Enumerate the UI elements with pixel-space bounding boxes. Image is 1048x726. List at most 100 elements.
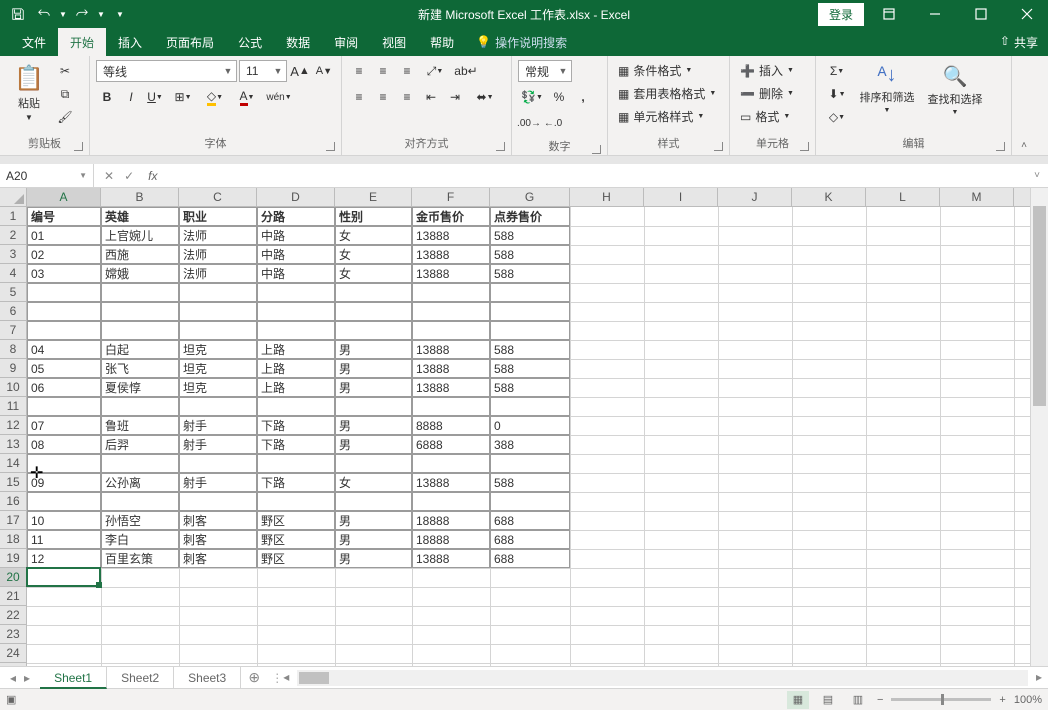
- col-header-A[interactable]: A: [27, 188, 101, 206]
- col-header-F[interactable]: F: [412, 188, 490, 206]
- tab-review[interactable]: 审阅: [322, 28, 370, 56]
- cell[interactable]: 后羿: [101, 435, 179, 454]
- col-header-G[interactable]: G: [490, 188, 570, 206]
- cell[interactable]: [490, 492, 570, 511]
- cell[interactable]: 职业: [179, 207, 257, 226]
- cell[interactable]: 13888: [412, 226, 490, 245]
- decrease-indent-button[interactable]: ⇤: [420, 86, 442, 108]
- cell[interactable]: 射手: [179, 416, 257, 435]
- cell[interactable]: [335, 397, 412, 416]
- row-header-1[interactable]: 1: [0, 207, 26, 226]
- decrease-decimal-button[interactable]: ←.0: [542, 112, 564, 134]
- cell[interactable]: 588: [490, 245, 570, 264]
- scroll-thumb[interactable]: [1033, 206, 1046, 406]
- row-header-24[interactable]: 24: [0, 644, 26, 663]
- number-format-select[interactable]: 常规▼: [518, 60, 572, 82]
- row-header-11[interactable]: 11: [0, 397, 26, 416]
- align-left-button[interactable]: ≡: [348, 86, 370, 108]
- enter-formula-button[interactable]: ✓: [124, 169, 134, 183]
- collapse-ribbon-button[interactable]: ˄: [1021, 140, 1027, 151]
- find-select-button[interactable]: 🔍 查找和选择▼: [922, 60, 988, 120]
- font-color-button[interactable]: A▼: [232, 86, 262, 108]
- row-header-3[interactable]: 3: [0, 245, 26, 264]
- tab-formula[interactable]: 公式: [226, 28, 274, 56]
- cell[interactable]: 10: [27, 511, 101, 530]
- border-button[interactable]: ⊞▼: [168, 86, 198, 108]
- cell[interactable]: 中路: [257, 245, 335, 264]
- autosum-button[interactable]: Σ▼: [822, 60, 852, 82]
- cell[interactable]: [257, 397, 335, 416]
- comma-button[interactable]: ,: [572, 86, 594, 108]
- cell[interactable]: 12: [27, 549, 101, 568]
- increase-indent-button[interactable]: ⇥: [444, 86, 466, 108]
- format-table-button[interactable]: ▦套用表格格式▼: [614, 83, 720, 104]
- maximize-button[interactable]: [960, 0, 1002, 28]
- cell[interactable]: 鲁班: [101, 416, 179, 435]
- cell[interactable]: 女: [335, 226, 412, 245]
- sheet-tab-1[interactable]: Sheet1: [40, 667, 107, 689]
- cell[interactable]: 上官婉儿: [101, 226, 179, 245]
- cell[interactable]: 13888: [412, 549, 490, 568]
- undo-dropdown[interactable]: ▼: [58, 3, 68, 25]
- cell[interactable]: 06: [27, 378, 101, 397]
- cell[interactable]: [490, 302, 570, 321]
- paste-button[interactable]: 📋 粘贴 ▼: [6, 60, 52, 126]
- cell[interactable]: 野区: [257, 549, 335, 568]
- conditional-format-button[interactable]: ▦条件格式▼: [614, 60, 696, 81]
- cell[interactable]: 西施: [101, 245, 179, 264]
- cell[interactable]: 07: [27, 416, 101, 435]
- cell[interactable]: 13888: [412, 264, 490, 283]
- cell[interactable]: 男: [335, 359, 412, 378]
- cell[interactable]: 08: [27, 435, 101, 454]
- cell[interactable]: 白起: [101, 340, 179, 359]
- align-center-button[interactable]: ≡: [372, 86, 394, 108]
- login-button[interactable]: 登录: [818, 3, 864, 26]
- cell[interactable]: [101, 283, 179, 302]
- cell[interactable]: 男: [335, 530, 412, 549]
- cell[interactable]: 588: [490, 378, 570, 397]
- cell[interactable]: 刺客: [179, 549, 257, 568]
- phonetic-button[interactable]: wén▼: [264, 86, 294, 108]
- cell[interactable]: 男: [335, 435, 412, 454]
- record-macro-button[interactable]: ▣: [6, 693, 16, 706]
- select-all-corner[interactable]: [0, 188, 27, 207]
- cell[interactable]: 公孙离: [101, 473, 179, 492]
- row-header-22[interactable]: 22: [0, 606, 26, 625]
- cell-styles-button[interactable]: ▦单元格样式▼: [614, 106, 708, 127]
- cell[interactable]: 588: [490, 264, 570, 283]
- font-size-select[interactable]: 11▼: [239, 60, 287, 82]
- cell[interactable]: 射手: [179, 435, 257, 454]
- cell[interactable]: [412, 397, 490, 416]
- cell[interactable]: [335, 321, 412, 340]
- cell[interactable]: 女: [335, 245, 412, 264]
- cell[interactable]: [335, 492, 412, 511]
- cell[interactable]: 388: [490, 435, 570, 454]
- cell[interactable]: 中路: [257, 264, 335, 283]
- tab-insert[interactable]: 插入: [106, 28, 154, 56]
- cell[interactable]: 夏侯惇: [101, 378, 179, 397]
- cell[interactable]: [490, 397, 570, 416]
- cell[interactable]: 588: [490, 473, 570, 492]
- bold-button[interactable]: B: [96, 86, 118, 108]
- tab-view[interactable]: 视图: [370, 28, 418, 56]
- row-header-23[interactable]: 23: [0, 625, 26, 644]
- copy-button[interactable]: ⧉: [54, 83, 76, 105]
- col-header-H[interactable]: H: [570, 188, 644, 206]
- name-box[interactable]: A20▼: [0, 164, 94, 187]
- cell[interactable]: 百里玄策: [101, 549, 179, 568]
- cell[interactable]: 张飞: [101, 359, 179, 378]
- cell[interactable]: 688: [490, 511, 570, 530]
- tab-home[interactable]: 开始: [58, 28, 106, 56]
- cell[interactable]: 女: [335, 264, 412, 283]
- cell[interactable]: [179, 302, 257, 321]
- cell[interactable]: [257, 302, 335, 321]
- clear-button[interactable]: ◇▼: [822, 106, 852, 128]
- cell[interactable]: [179, 283, 257, 302]
- page-break-view-button[interactable]: ▥: [847, 691, 869, 709]
- row-header-14[interactable]: 14: [0, 454, 26, 473]
- tell-me-search[interactable]: 💡 操作说明搜索: [476, 34, 567, 51]
- normal-view-button[interactable]: ▦: [787, 691, 809, 709]
- fill-color-button[interactable]: ◇▼: [200, 86, 230, 108]
- cell[interactable]: 上路: [257, 340, 335, 359]
- formula-input[interactable]: [161, 164, 1026, 187]
